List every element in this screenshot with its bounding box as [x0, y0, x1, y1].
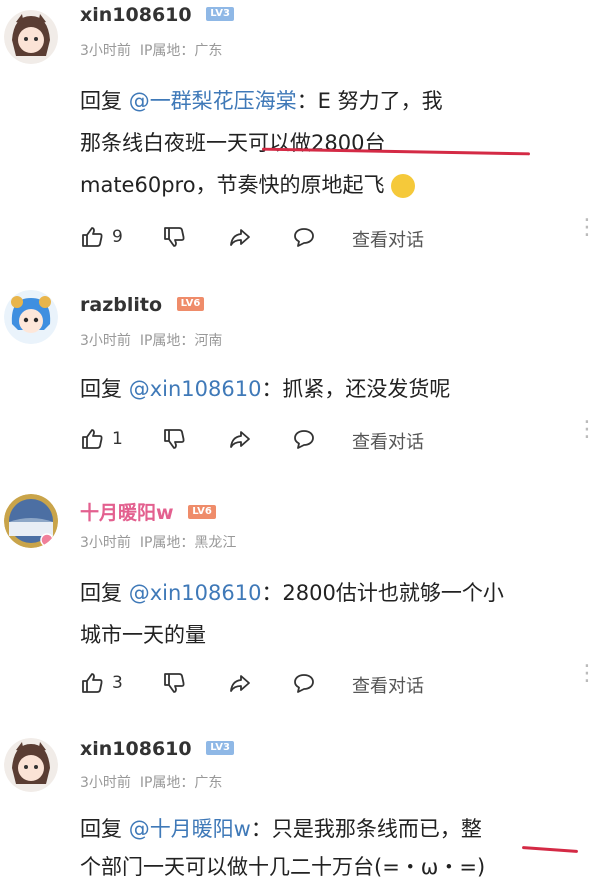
thumb-up-icon	[82, 673, 103, 693]
share-icon	[230, 229, 250, 246]
level-badge: LV3	[206, 740, 234, 755]
like-button[interactable]: 1	[80, 424, 123, 454]
dislike-button[interactable]	[162, 424, 186, 454]
comment-4: xin108610 LV3 3小时前 IP属地：广东 回复 @十月暖阳w：只是我…	[0, 730, 595, 883]
username[interactable]: xin108610 LV3	[80, 738, 234, 760]
comment-text: 回复 @一群梨花压海棠：E 努力了，我 那条线白夜班一天可以做2800台 mat…	[80, 89, 443, 198]
level-badge: LV6	[176, 296, 205, 311]
comment-text: 回复 @xin108610：抓紧，还没发货呢	[80, 377, 451, 401]
comment-actions: 3 查看对话 ⋮	[80, 663, 595, 698]
more-vertical-icon[interactable]: ⋮	[576, 663, 595, 685]
thumb-up-icon	[82, 429, 103, 449]
avatar[interactable]	[4, 738, 58, 792]
username[interactable]: 十月暖阳w LV6	[80, 498, 216, 525]
avatar[interactable]	[4, 290, 58, 344]
mention-link[interactable]: @十月暖阳w	[129, 817, 251, 841]
avatar[interactable]	[4, 494, 58, 548]
comment-3: 十月暖阳w LV6 3小时前 IP属地：黑龙江 回复 @xin108610：28…	[0, 486, 595, 736]
view-dialog-link[interactable]: 查看对话	[352, 226, 424, 252]
thumb-up-icon	[82, 227, 103, 247]
more-vertical-icon[interactable]: ⋮	[576, 217, 595, 239]
comment-2: razblito LV6 3小时前 IP属地：河南 回复 @xin108610：…	[0, 280, 595, 480]
thumb-down-icon	[164, 673, 185, 693]
like-button[interactable]: 9	[80, 222, 123, 252]
share-button[interactable]	[228, 424, 252, 454]
like-button[interactable]: 3	[80, 668, 123, 698]
share-button[interactable]	[228, 222, 252, 252]
mention-link[interactable]: @xin108610	[129, 377, 262, 401]
reply-button[interactable]	[292, 222, 316, 252]
view-dialog-link[interactable]: 查看对话	[352, 428, 424, 454]
comment-bubble-icon	[294, 228, 314, 247]
reply-button[interactable]	[292, 668, 316, 698]
thumb-down-icon	[164, 227, 185, 247]
comment-bubble-icon	[294, 674, 314, 693]
share-icon	[230, 431, 250, 448]
dislike-button[interactable]	[162, 222, 186, 252]
avatar[interactable]	[4, 10, 58, 64]
comment-actions: 1 查看对话 ⋮	[80, 419, 595, 454]
comment-1: xin108610 LV3 3小时前 IP属地：广东 回复 @一群梨花压海棠：E…	[0, 0, 595, 260]
emoji-icon	[391, 174, 416, 198]
comment-meta: 3小时前 IP属地：黑龙江	[80, 535, 237, 551]
level-badge: LV3	[206, 6, 234, 21]
share-button[interactable]	[228, 668, 252, 698]
mention-link[interactable]: @xin108610	[129, 581, 262, 605]
comment-meta: 3小时前 IP属地：广东	[80, 775, 223, 791]
reply-button[interactable]	[292, 424, 316, 454]
username[interactable]: razblito LV6	[80, 294, 205, 316]
view-dialog-link[interactable]: 查看对话	[352, 672, 424, 698]
dislike-button[interactable]	[162, 668, 186, 698]
username[interactable]: xin108610 LV3	[80, 4, 234, 26]
comment-text: 回复 @十月暖阳w：只是我那条线而已，整 个部门一天可以做十几二十万台(=・ω・…	[80, 817, 486, 879]
share-icon	[230, 675, 250, 692]
thumb-down-icon	[164, 429, 185, 449]
more-vertical-icon[interactable]: ⋮	[576, 419, 595, 441]
mention-link[interactable]: @一群梨花压海棠	[129, 89, 297, 113]
level-badge: LV6	[188, 504, 216, 519]
comment-actions: 9 查看对话 ⋮	[80, 217, 595, 252]
comment-meta: 3小时前 IP属地：广东	[80, 43, 223, 59]
comment-meta: 3小时前 IP属地：河南	[80, 333, 223, 349]
comment-bubble-icon	[294, 430, 314, 449]
comment-text: 回复 @xin108610：2800估计也就够一个小 城市一天的量	[80, 581, 504, 647]
